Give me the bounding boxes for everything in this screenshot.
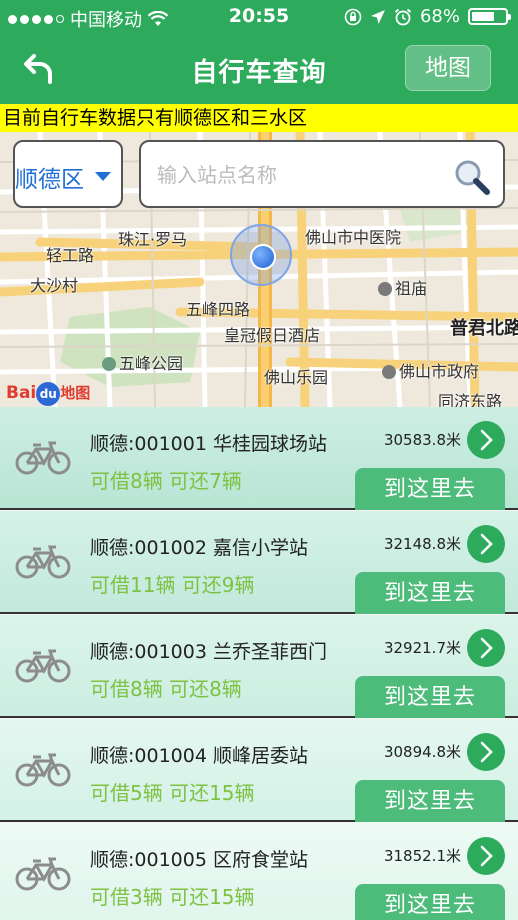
map-label: 佛山乐园 — [264, 368, 329, 387]
chevron-right-icon — [480, 429, 493, 451]
header: 中国移动 20:55 68% 自行车查询 地图 — [0, 0, 518, 104]
station-availability: 可借11辆 可还9辆 — [90, 573, 255, 597]
station-availability: 可借8辆 可还7辆 — [90, 469, 242, 493]
navigate-here-button[interactable]: 到这里去 — [355, 572, 505, 614]
bicycle-icon — [15, 545, 71, 579]
map-label: 佛山市政府 — [382, 358, 479, 382]
status-right: 68% — [344, 6, 511, 27]
park-icon — [102, 357, 116, 371]
chevron-right-icon — [480, 845, 493, 867]
map-label: 五峰公园 — [102, 350, 183, 374]
detail-button[interactable] — [467, 837, 505, 875]
battery-icon — [468, 8, 511, 25]
map-label: 轻工路 — [46, 246, 95, 265]
navigate-here-button[interactable]: 到这里去 — [355, 676, 505, 718]
map-label: 同济东路 — [438, 392, 503, 407]
station-name: 顺德:001002 嘉信小学站 — [90, 537, 308, 559]
location-dot-icon — [250, 244, 276, 270]
map-button[interactable]: 地图 — [405, 45, 491, 91]
bicycle-icon — [15, 441, 71, 475]
station-distance: 31852.1米 — [383, 847, 461, 865]
magnifier-icon[interactable] — [453, 158, 491, 196]
status-bar: 中国移动 20:55 68% — [0, 0, 518, 34]
station-availability: 可借5辆 可还15辆 — [90, 781, 255, 805]
chevron-right-icon — [480, 741, 493, 763]
station-name: 顺德:001003 兰乔圣菲西门 — [90, 641, 327, 663]
poi-icon — [378, 282, 392, 296]
location-arrow-icon — [370, 9, 385, 24]
station-availability: 可借3辆 可还15辆 — [90, 885, 255, 909]
bicycle-icon — [15, 649, 71, 683]
map-label: 佛山市中医院 — [305, 228, 402, 247]
district-selected: 顺德区 — [15, 167, 84, 193]
rotation-lock-icon — [344, 8, 362, 25]
station-row[interactable]: 顺德:001002 嘉信小学站 可借11辆 可还9辆 32148.8米 到这里去 — [0, 511, 518, 614]
map-label: 五峰四路 — [186, 300, 251, 319]
station-row[interactable]: 顺德:001005 区府食堂站 可借3辆 可还15辆 31852.1米 到这里去 — [0, 823, 518, 920]
app-root: 中国移动 20:55 68% 自行车查询 地图 目前自行车数据只有顺德区和三水区… — [0, 0, 518, 920]
map-label: 普君北路 — [450, 318, 518, 339]
bicycle-icon — [15, 753, 71, 787]
search-box — [139, 140, 505, 208]
station-search-input[interactable] — [155, 156, 449, 194]
chevron-right-icon — [480, 637, 493, 659]
station-name: 顺德:001005 区府食堂站 — [90, 849, 308, 871]
chevron-right-icon — [480, 533, 493, 555]
alarm-icon — [394, 8, 412, 25]
station-row[interactable]: 顺德:001004 顺峰居委站 可借5辆 可还15辆 30894.8米 到这里去 — [0, 719, 518, 822]
district-dropdown[interactable]: 顺德区 — [13, 140, 123, 208]
battery-percent: 68% — [419, 6, 460, 27]
station-availability: 可借8辆 可还8辆 — [90, 677, 242, 701]
detail-button[interactable] — [467, 733, 505, 771]
map-view[interactable]: 珠江·罗马 佛山市中医院 轻工路 大沙村 五峰四路 祖庙 普君北路 皇冠假日酒店… — [0, 132, 518, 407]
bicycle-icon — [15, 857, 71, 891]
map-label: 大沙村 — [30, 276, 79, 295]
map-label: 珠江·罗马 — [118, 230, 188, 249]
station-name: 顺德:001001 华桂园球场站 — [90, 433, 327, 455]
station-distance: 32148.8米 — [383, 535, 461, 553]
station-distance: 30583.8米 — [383, 431, 461, 449]
station-row[interactable]: 顺德:001001 华桂园球场站 可借8辆 可还7辆 30583.8米 到这里去 — [0, 407, 518, 510]
detail-button[interactable] — [467, 525, 505, 563]
map-label: 皇冠假日酒店 — [224, 326, 321, 345]
detail-button[interactable] — [467, 421, 505, 459]
nav-bar: 自行车查询 地图 — [0, 34, 518, 104]
navigate-here-button[interactable]: 到这里去 — [355, 780, 505, 822]
dropdown-arrow-icon — [95, 172, 111, 181]
detail-button[interactable] — [467, 629, 505, 667]
navigate-here-button[interactable]: 到这里去 — [355, 468, 505, 510]
station-distance: 32921.7米 — [383, 639, 461, 657]
map-label: 祖庙 — [378, 275, 427, 299]
current-location-marker — [230, 224, 292, 286]
notice-banner: 目前自行车数据只有顺德区和三水区 — [0, 104, 518, 132]
baidu-map-logo: Bai du 地图 — [6, 382, 90, 406]
station-name: 顺德:001004 顺峰居委站 — [90, 745, 308, 767]
navigate-here-button[interactable]: 到这里去 — [355, 884, 505, 920]
station-distance: 30894.8米 — [383, 743, 461, 761]
station-list: 顺德:001001 华桂园球场站 可借8辆 可还7辆 30583.8米 到这里去… — [0, 407, 518, 920]
station-row[interactable]: 顺德:001003 兰乔圣菲西门 可借8辆 可还8辆 32921.7米 到这里去 — [0, 615, 518, 718]
poi-icon — [382, 365, 396, 379]
